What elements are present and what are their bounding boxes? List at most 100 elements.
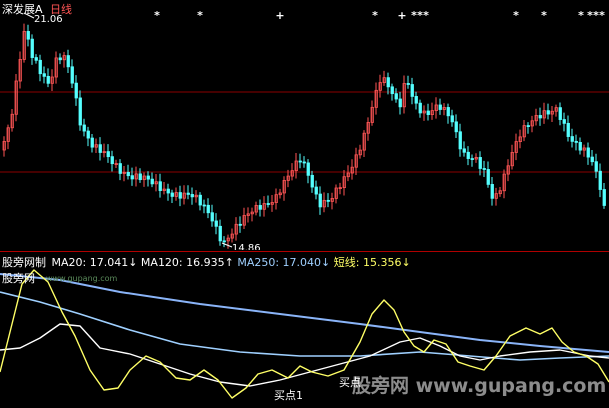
candle-body-54 [218,225,222,242]
candle-body-78 [314,186,318,195]
candle-body-55 [222,240,226,243]
candle-body-29 [118,163,122,174]
period-label: 日线 [50,3,73,16]
low-price-label: 14.86 [232,243,261,250]
candle-body-79 [318,193,322,208]
candle-body-149 [598,170,602,190]
candle-body-131 [526,125,530,127]
signal-marker-3: * [372,9,378,22]
signal-marker-0: * [154,9,160,22]
candle-body-18 [74,82,78,99]
candle-body-112 [450,115,454,123]
candle-body-121 [486,169,490,185]
candle-body-98 [394,93,398,100]
candle-body-140 [562,119,566,124]
candle-body-106 [426,110,430,116]
signal-marker-8: * [513,9,519,22]
candle-body-22 [90,137,94,148]
candle-body-31 [126,171,130,177]
chart-window: 21.06 14.86 * * + * + * * * * * * * * * 深发展A 日线 股旁网制 MA… [0,0,609,408]
candle-body-44 [178,192,182,199]
signal-marker-10: * [578,9,584,22]
logo-text: 股旁网 [2,272,35,285]
candle-body-51 [206,204,210,214]
watermark: 股旁网 www.gupang.com [352,375,607,397]
candle-body-139 [558,107,562,120]
signal-marker-13: * [599,9,605,22]
candle-body-134 [538,115,542,119]
buy-point-label-1: 买点1 [274,389,303,402]
signal-marker-7: * [423,9,429,22]
candle-body-114 [458,131,462,150]
candle-body-150 [602,189,606,206]
signal-marker-1: * [197,9,203,22]
ma250-line [0,273,609,353]
candle-body-10 [42,73,46,77]
candle-body-39 [158,181,162,191]
candle-body-76 [306,162,310,176]
candle-body-101 [406,83,410,85]
candle-body-24 [98,144,102,153]
candle-body-96 [386,77,390,88]
candle-body-17 [70,66,74,84]
candle-body-34 [138,173,142,181]
ma120-line [0,291,609,361]
candle-body-74 [298,160,302,163]
candle-body-50 [202,204,206,207]
signal-marker-4: + [397,9,406,22]
candle-body-116 [466,151,470,159]
price-panel[interactable]: 21.06 14.86 * * + * + * * * * * * * * * [0,0,609,250]
candle-body-37 [150,178,154,185]
candle-body-77 [310,174,314,188]
candle-body-16 [66,55,70,68]
signal-marker-9: * [541,9,547,22]
candle-body-142 [570,136,574,142]
candle-body-115 [462,148,466,153]
candle-body-144 [578,142,582,151]
candle-body-66 [266,203,270,205]
candle-body-81 [326,199,330,202]
candle-body-141 [566,122,570,137]
candle-body-36 [146,175,150,180]
stock-title: 深发展A 日线 [2,1,72,17]
candlestick-chart[interactable]: 21.0614.86* * + * + * * * * * * * * * [0,0,609,250]
candle-body-46 [186,192,190,195]
candle-body-104 [418,102,422,114]
stock-name: 深发展A [2,3,43,16]
candle-body-41 [166,188,170,194]
candle-body-52 [210,212,214,222]
candle-body-32 [130,175,134,180]
candle-body-9 [38,59,42,75]
candle-body-21 [86,130,90,139]
candle-body-143 [574,140,578,143]
candle-body-148 [594,161,598,172]
site-small-text: www.gupang.com [46,274,118,283]
candle-body-147 [590,156,594,163]
candle-body-136 [546,110,550,115]
candle-body-8 [34,57,38,61]
candle-body-99 [398,98,402,108]
candle-body-117 [470,158,474,160]
candle-body-120 [482,168,486,170]
candle-body-113 [454,121,458,133]
candle-body-19 [78,97,82,126]
candle-body-109 [438,104,442,110]
candle-body-119 [478,157,482,169]
candle-body-11 [46,75,50,84]
candle-body-42 [170,192,174,197]
candle-body-64 [258,205,262,210]
candle-body-111 [446,107,450,117]
candle-body-97 [390,86,394,95]
candle-body-146 [586,147,590,158]
candle-body-20 [82,124,86,132]
candle-body-26 [106,151,110,158]
candle-body-103 [414,96,418,104]
candle-body-14 [58,57,62,61]
candle-body-6 [26,31,30,40]
candle-body-7 [30,38,34,58]
candle-body-49 [198,194,202,206]
candle-body-27 [110,156,114,165]
signal-marker-2: + [275,9,284,22]
candle-body-53 [214,220,218,227]
candle-body-122 [490,184,494,199]
